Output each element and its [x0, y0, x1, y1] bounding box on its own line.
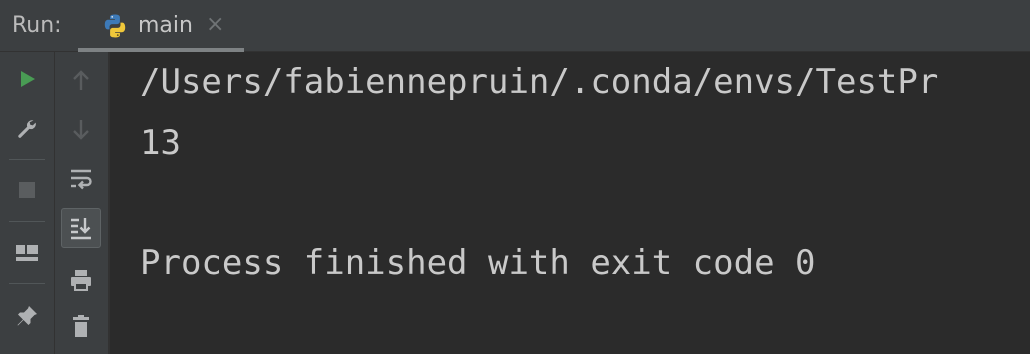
- pin-icon: [17, 306, 37, 326]
- python-icon: [102, 13, 128, 39]
- arrow-up-icon: [73, 70, 89, 90]
- console-output[interactable]: /Users/fabiennepruin/.conda/envs/TestPr …: [110, 52, 1030, 354]
- layout-button[interactable]: [7, 233, 47, 273]
- scroll-to-end-icon: [71, 218, 91, 240]
- run-button[interactable]: [7, 59, 47, 99]
- clear-button[interactable]: [61, 306, 101, 346]
- wrench-icon: [18, 120, 36, 138]
- print-icon: [71, 270, 91, 291]
- tab-label: main: [138, 13, 193, 38]
- console-line-exit: Process finished with exit code 0: [140, 243, 816, 283]
- stop-icon: [19, 182, 35, 198]
- play-icon: [21, 71, 35, 87]
- scroll-to-end-button[interactable]: [61, 208, 101, 248]
- arrow-down-icon: [73, 120, 89, 140]
- console-line-command: /Users/fabiennepruin/.conda/envs/TestPr: [140, 62, 939, 102]
- toolbar-separator: [9, 283, 45, 284]
- settings-button[interactable]: [7, 109, 47, 149]
- run-toolbar-left: [0, 52, 54, 354]
- run-label: Run:: [12, 13, 62, 38]
- layout-icon: [16, 245, 38, 261]
- tab-main[interactable]: main ×: [78, 0, 244, 52]
- trash-icon: [73, 315, 89, 337]
- run-toolbar-right: [54, 52, 108, 354]
- console-line-output: 13: [140, 123, 181, 163]
- up-button[interactable]: [61, 61, 101, 101]
- print-button[interactable]: [61, 260, 101, 300]
- toolbar-separator: [9, 221, 45, 222]
- down-button[interactable]: [61, 109, 101, 149]
- soft-wrap-button[interactable]: [61, 159, 101, 199]
- soft-wrap-icon: [71, 169, 92, 190]
- stop-button[interactable]: [7, 170, 47, 210]
- pin-button[interactable]: [7, 296, 47, 336]
- close-icon[interactable]: ×: [206, 12, 224, 37]
- toolbar-separator: [9, 159, 45, 160]
- run-tool-window-header: Run: main ×: [0, 0, 1030, 52]
